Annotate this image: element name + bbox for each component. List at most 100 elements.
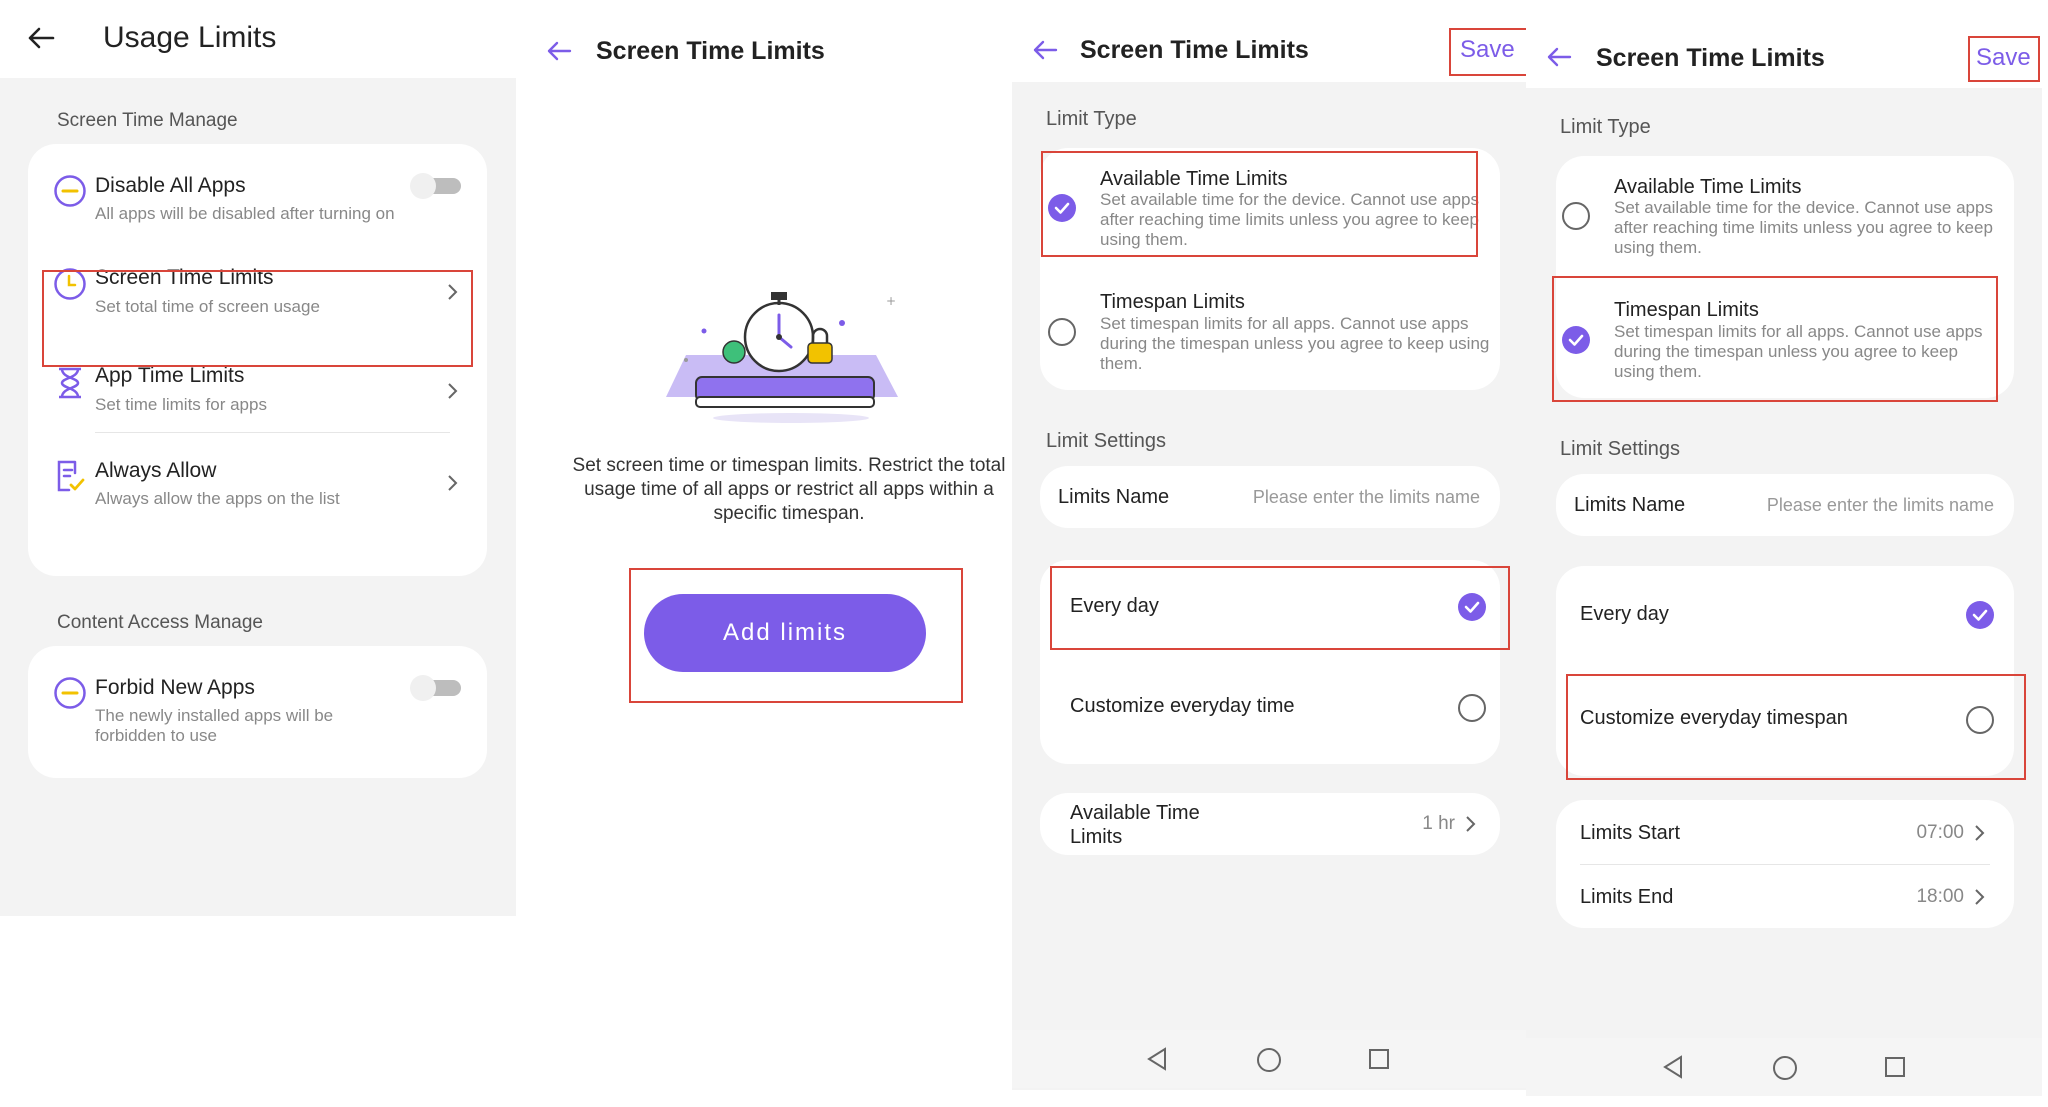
check-icon <box>1054 202 1070 214</box>
screen-time-limits-desc: Set total time of screen usage <box>95 297 320 316</box>
available-time-title: Available Time Limits <box>1614 176 1802 198</box>
check-icon <box>1464 601 1480 613</box>
chevron-right-icon <box>1975 825 1985 841</box>
customize-radio[interactable] <box>1966 706 1994 734</box>
nav-home-icon[interactable] <box>1772 1055 1798 1081</box>
system-nav-bar <box>1526 1038 2042 1096</box>
every-day-option[interactable]: Every day <box>1556 566 2014 666</box>
always-allow-row[interactable]: Always Allow Always allow the apps on th… <box>28 444 487 544</box>
check-icon <box>1568 334 1584 346</box>
customize-option[interactable]: Customize everyday timespan <box>1556 670 2014 770</box>
every-day-radio[interactable] <box>1966 601 1994 629</box>
available-time-radio[interactable] <box>1562 202 1590 230</box>
allow-list-icon <box>57 460 85 492</box>
nav-recent-icon[interactable] <box>1884 1056 1906 1078</box>
timespan-card: Limits Start 07:00 Limits End 18:00 <box>1556 800 2014 928</box>
frequency-card: Every day Customize everyday timespan <box>1556 566 2014 776</box>
limits-name-input[interactable]: Please enter the limits name <box>1200 487 1480 508</box>
content-access-card: Forbid New Apps The newly installed apps… <box>28 646 487 778</box>
limits-start-label: Limits Start <box>1580 822 1681 844</box>
every-day-label: Every day <box>1070 595 1159 617</box>
section-limit-settings: Limit Settings <box>1046 430 1167 452</box>
content-area: Screen Time Manage Disable All Apps All … <box>0 78 516 916</box>
nav-home-icon[interactable] <box>1256 1047 1282 1073</box>
timespan-desc: Set timespan limits for all apps. Cannot… <box>1100 314 1490 373</box>
top-bar: Screen Time Limits Save <box>1526 0 2042 88</box>
app-time-limits-title: App Time Limits <box>95 364 245 387</box>
customize-option[interactable]: Customize everyday time <box>1040 660 1500 756</box>
always-allow-desc: Always allow the apps on the list <box>95 489 340 508</box>
nav-back-icon[interactable] <box>1662 1055 1684 1079</box>
row-divider <box>95 432 450 433</box>
section-limit-type: Limit Type <box>1560 116 1651 138</box>
available-time-value: 1 hr <box>1422 813 1455 834</box>
every-day-option[interactable]: Every day <box>1040 560 1500 656</box>
chevron-right-icon <box>448 284 458 300</box>
usage-limits-screen: Usage Limits Screen Time Manage Disable … <box>0 0 516 1107</box>
section-limit-type: Limit Type <box>1046 108 1137 130</box>
customize-radio[interactable] <box>1458 694 1486 722</box>
limits-end-label: Limits End <box>1580 886 1674 908</box>
chevron-right-icon <box>1975 889 1985 905</box>
available-time-card[interactable]: Available Time Limits 1 hr <box>1040 793 1500 855</box>
app-time-limits-desc: Set time limits for apps <box>95 395 267 414</box>
available-time-label: Available Time Limits <box>1070 802 1200 848</box>
disable-icon <box>54 175 86 207</box>
screen-time-card: Disable All Apps All apps will be disabl… <box>28 144 487 576</box>
system-nav-bar <box>1012 1030 1526 1088</box>
add-limits-button[interactable]: Add limits <box>644 594 926 672</box>
forbid-new-apps-title: Forbid New Apps <box>95 676 255 699</box>
customize-label: Customize everyday time <box>1070 695 1295 717</box>
screen-time-limits-available-screen: Screen Time Limits Save Limit Type Avail… <box>1012 0 1531 1090</box>
limit-type-card: Available Time Limits Set available time… <box>1040 148 1500 390</box>
timespan-desc: Set timespan limits for all apps. Cannot… <box>1614 322 1983 381</box>
timespan-radio[interactable] <box>1048 318 1076 346</box>
back-arrow-icon[interactable] <box>546 40 572 62</box>
limits-start-row[interactable]: Limits Start 07:00 <box>1556 800 2014 864</box>
check-icon <box>1972 609 1988 621</box>
save-button[interactable]: Save <box>1976 44 2031 72</box>
every-day-label: Every day <box>1580 603 1669 625</box>
stopwatch-illustration: + <box>666 292 898 423</box>
timespan-radio[interactable] <box>1562 326 1590 354</box>
chevron-right-icon <box>448 475 458 491</box>
limits-name-label: Limits Name <box>1574 494 1686 516</box>
screen-time-limits-empty-screen: Screen Time Limits + Set screen time or … <box>516 0 1012 1107</box>
section-screen-time-manage: Screen Time Manage <box>57 110 238 131</box>
disable-all-apps-title: Disable All Apps <box>95 174 246 197</box>
chevron-right-icon <box>448 383 458 399</box>
limit-type-card: Available Time Limits Set available time… <box>1556 156 2014 398</box>
forbid-new-apps-desc: The newly installed apps will be forbidd… <box>95 706 334 745</box>
page-title: Screen Time Limits <box>1080 36 1309 64</box>
timespan-title: Timespan Limits <box>1614 299 1759 321</box>
page-title: Screen Time Limits <box>596 37 825 65</box>
frequency-card: Every day Customize everyday time <box>1040 560 1500 764</box>
screen-time-limits-row[interactable]: Screen Time Limits Set total time of scr… <box>28 254 487 350</box>
back-arrow-icon[interactable] <box>1546 46 1572 68</box>
page-title: Screen Time Limits <box>1596 44 1825 72</box>
top-bar: Usage Limits <box>0 0 516 78</box>
available-time-desc: Set available time for the device. Canno… <box>1100 190 1479 249</box>
limits-name-label: Limits Name <box>1058 486 1170 508</box>
top-bar: Screen Time Limits Save <box>1012 0 1531 82</box>
clock-icon <box>54 268 86 300</box>
limits-name-card: Limits Name Please enter the limits name <box>1556 474 2014 536</box>
description-text: Set screen time or timespan limits. Rest… <box>572 455 1006 524</box>
every-day-radio[interactable] <box>1458 593 1486 621</box>
available-time-desc: Set available time for the device. Canno… <box>1614 198 1993 257</box>
nav-back-icon[interactable] <box>1146 1047 1168 1071</box>
disable-all-apps-desc: All apps will be disabled after turning … <box>95 204 395 223</box>
limits-start-value: 07:00 <box>1916 822 1964 843</box>
back-arrow-icon[interactable] <box>1032 39 1058 61</box>
available-time-radio[interactable] <box>1048 194 1076 222</box>
disable-all-apps-toggle[interactable] <box>409 172 465 200</box>
forbid-new-apps-toggle[interactable] <box>409 674 465 702</box>
limits-end-row[interactable]: Limits End 18:00 <box>1556 864 2014 928</box>
chevron-right-icon <box>1466 816 1476 832</box>
limits-name-input[interactable]: Please enter the limits name <box>1716 495 1994 516</box>
nav-recent-icon[interactable] <box>1368 1048 1390 1070</box>
screen-time-limits-title: Screen Time Limits <box>95 266 274 289</box>
svg-text:+: + <box>886 294 896 308</box>
save-button[interactable]: Save <box>1460 36 1515 64</box>
back-arrow-icon[interactable] <box>27 26 55 50</box>
